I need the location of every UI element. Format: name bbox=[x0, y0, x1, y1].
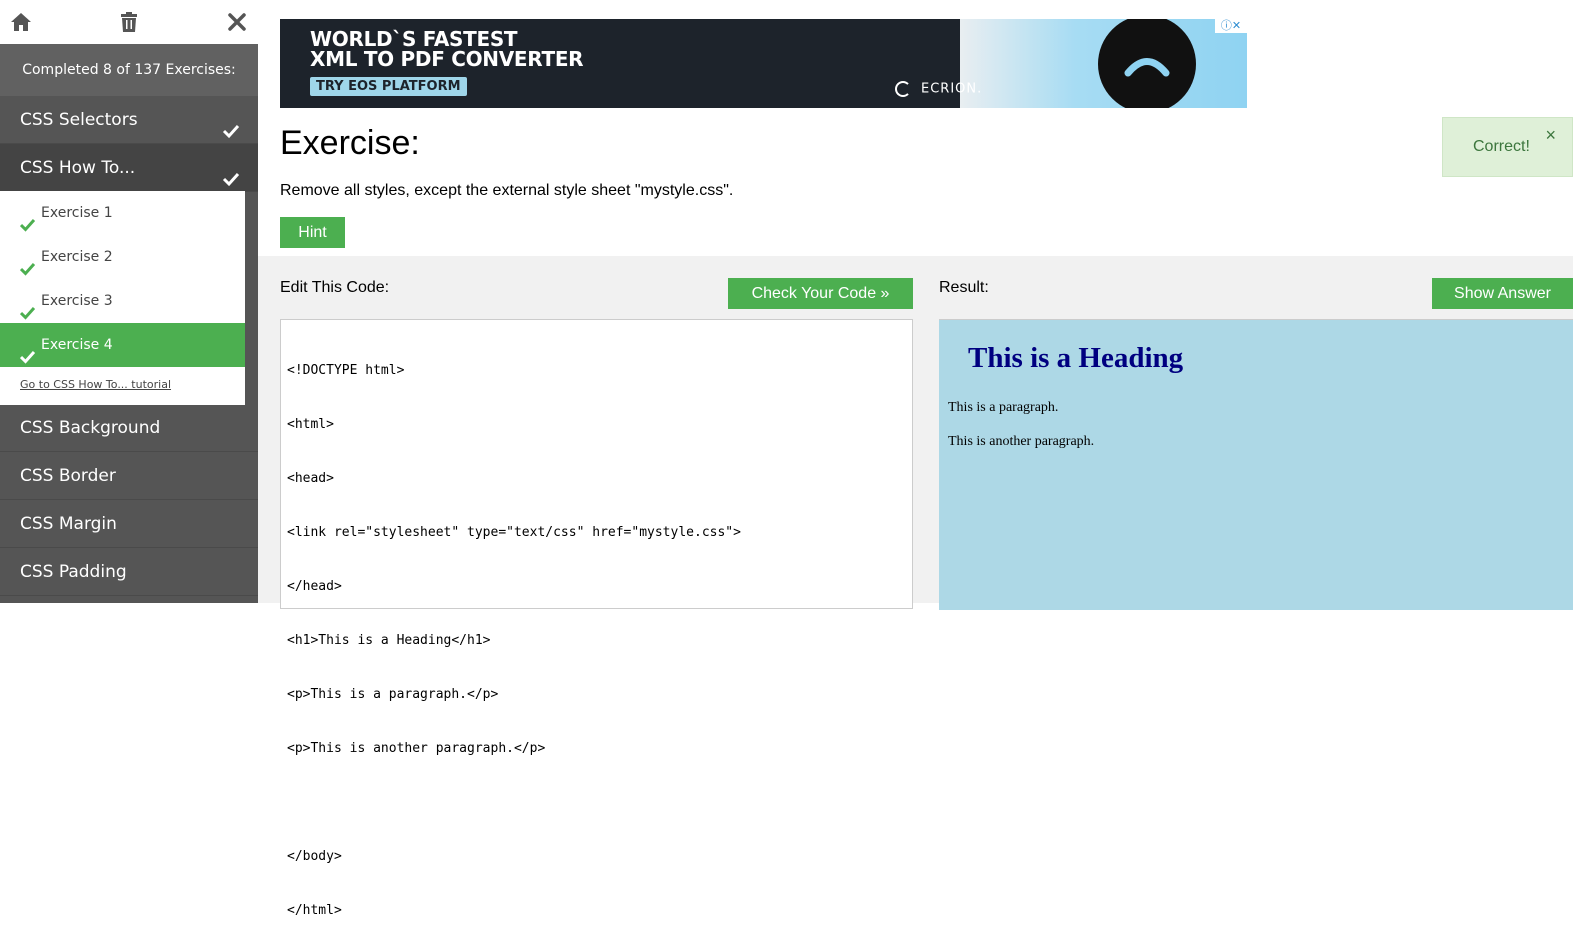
exercise-label: Exercise 3 bbox=[41, 293, 113, 309]
code-line: <head> bbox=[287, 471, 334, 486]
exercise-list: Exercise 1 Exercise 2 Exercise 3 Exercis… bbox=[0, 191, 245, 405]
code-line: <p>This is a paragraph.</p> bbox=[287, 687, 499, 702]
code-line: <!DOCTYPE html> bbox=[287, 363, 405, 378]
section-css-margin[interactable]: CSS Margin bbox=[0, 500, 258, 548]
ad-brand-text: ECRION. bbox=[921, 81, 983, 97]
section-css-how-to[interactable]: CSS How To... bbox=[0, 144, 258, 192]
code-line: <html> bbox=[287, 417, 334, 432]
hint-button[interactable]: Hint bbox=[280, 217, 345, 248]
home-icon[interactable] bbox=[9, 10, 33, 34]
section-css-selectors[interactable]: CSS Selectors bbox=[0, 96, 258, 144]
section-css-background[interactable]: CSS Background bbox=[0, 404, 258, 452]
show-answer-button[interactable]: Show Answer bbox=[1432, 278, 1573, 309]
section-css-padding[interactable]: CSS Padding bbox=[0, 548, 258, 596]
ecrion-logo-icon bbox=[895, 81, 911, 97]
code-line: </head> bbox=[287, 579, 342, 594]
progress-summary: Completed 8 of 137 Exercises: bbox=[0, 44, 258, 96]
toast-close-icon[interactable]: × bbox=[1545, 126, 1556, 144]
toast-message: Correct! bbox=[1473, 138, 1530, 155]
check-icon bbox=[19, 294, 36, 320]
result-label: Result: bbox=[939, 279, 989, 296]
check-code-button[interactable]: Check Your Code » bbox=[728, 278, 913, 309]
page-title: Exercise: bbox=[280, 124, 420, 162]
exercise-label: Exercise 1 bbox=[41, 205, 113, 221]
ad-headline-1: WORLD`S FASTEST bbox=[310, 27, 518, 51]
section-label: CSS How To... bbox=[20, 158, 136, 178]
tutorial-link[interactable]: Go to CSS How To... tutorial bbox=[20, 378, 171, 391]
exercise-item-1[interactable]: Exercise 1 bbox=[0, 191, 245, 235]
result-preview: This is a Heading This is a paragraph. T… bbox=[939, 319, 1573, 610]
ad-choices-icon[interactable]: ⓘ✕ bbox=[1215, 19, 1247, 33]
code-line: <link rel="stylesheet" type="text/css" h… bbox=[287, 525, 741, 540]
code-line: <h1>This is a Heading</h1> bbox=[287, 633, 491, 648]
exercise-label: Exercise 4 bbox=[41, 337, 113, 353]
sidebar-toolbar bbox=[0, 0, 258, 44]
code-editor[interactable]: <!DOCTYPE html> <html> <head> <link rel=… bbox=[280, 319, 913, 918]
advertisement-banner[interactable]: WORLD`S FASTEST XML TO PDF CONVERTER TRY… bbox=[280, 19, 1247, 108]
result-heading: This is a Heading bbox=[968, 342, 1184, 374]
code-line: <p>This is another paragraph.</p> bbox=[287, 741, 546, 756]
ad-cta-button[interactable]: TRY EOS PLATFORM bbox=[310, 77, 467, 96]
sidebar: Completed 8 of 137 Exercises: CSS Select… bbox=[0, 0, 258, 603]
check-icon bbox=[222, 159, 240, 187]
success-toast: Correct! × bbox=[1442, 117, 1573, 177]
editor-label: Edit This Code: bbox=[280, 279, 390, 296]
check-icon bbox=[19, 338, 36, 364]
exercise-item-2[interactable]: Exercise 2 bbox=[0, 235, 245, 279]
exercise-instruction: Remove all styles, except the external s… bbox=[280, 182, 734, 199]
ad-headline-2: XML TO PDF CONVERTER bbox=[310, 47, 584, 71]
code-line: </body> bbox=[287, 849, 342, 864]
result-paragraph-1: This is a paragraph. bbox=[948, 400, 1059, 415]
section-css-border[interactable]: CSS Border bbox=[0, 452, 258, 500]
check-icon bbox=[19, 206, 36, 232]
section-label: CSS Selectors bbox=[20, 110, 138, 130]
code-line: </html> bbox=[287, 903, 342, 918]
exercise-label: Exercise 2 bbox=[41, 249, 113, 265]
check-icon bbox=[222, 111, 240, 139]
check-icon bbox=[19, 250, 36, 276]
result-paragraph-2: This is another paragraph. bbox=[948, 434, 1095, 449]
close-icon[interactable] bbox=[225, 10, 249, 34]
exercise-item-4[interactable]: Exercise 4 bbox=[0, 323, 245, 367]
exercise-item-3[interactable]: Exercise 3 bbox=[0, 279, 245, 323]
trash-icon[interactable] bbox=[117, 10, 141, 34]
ad-circle-graphic bbox=[1098, 19, 1196, 108]
ad-brand: ECRION. bbox=[895, 81, 982, 97]
